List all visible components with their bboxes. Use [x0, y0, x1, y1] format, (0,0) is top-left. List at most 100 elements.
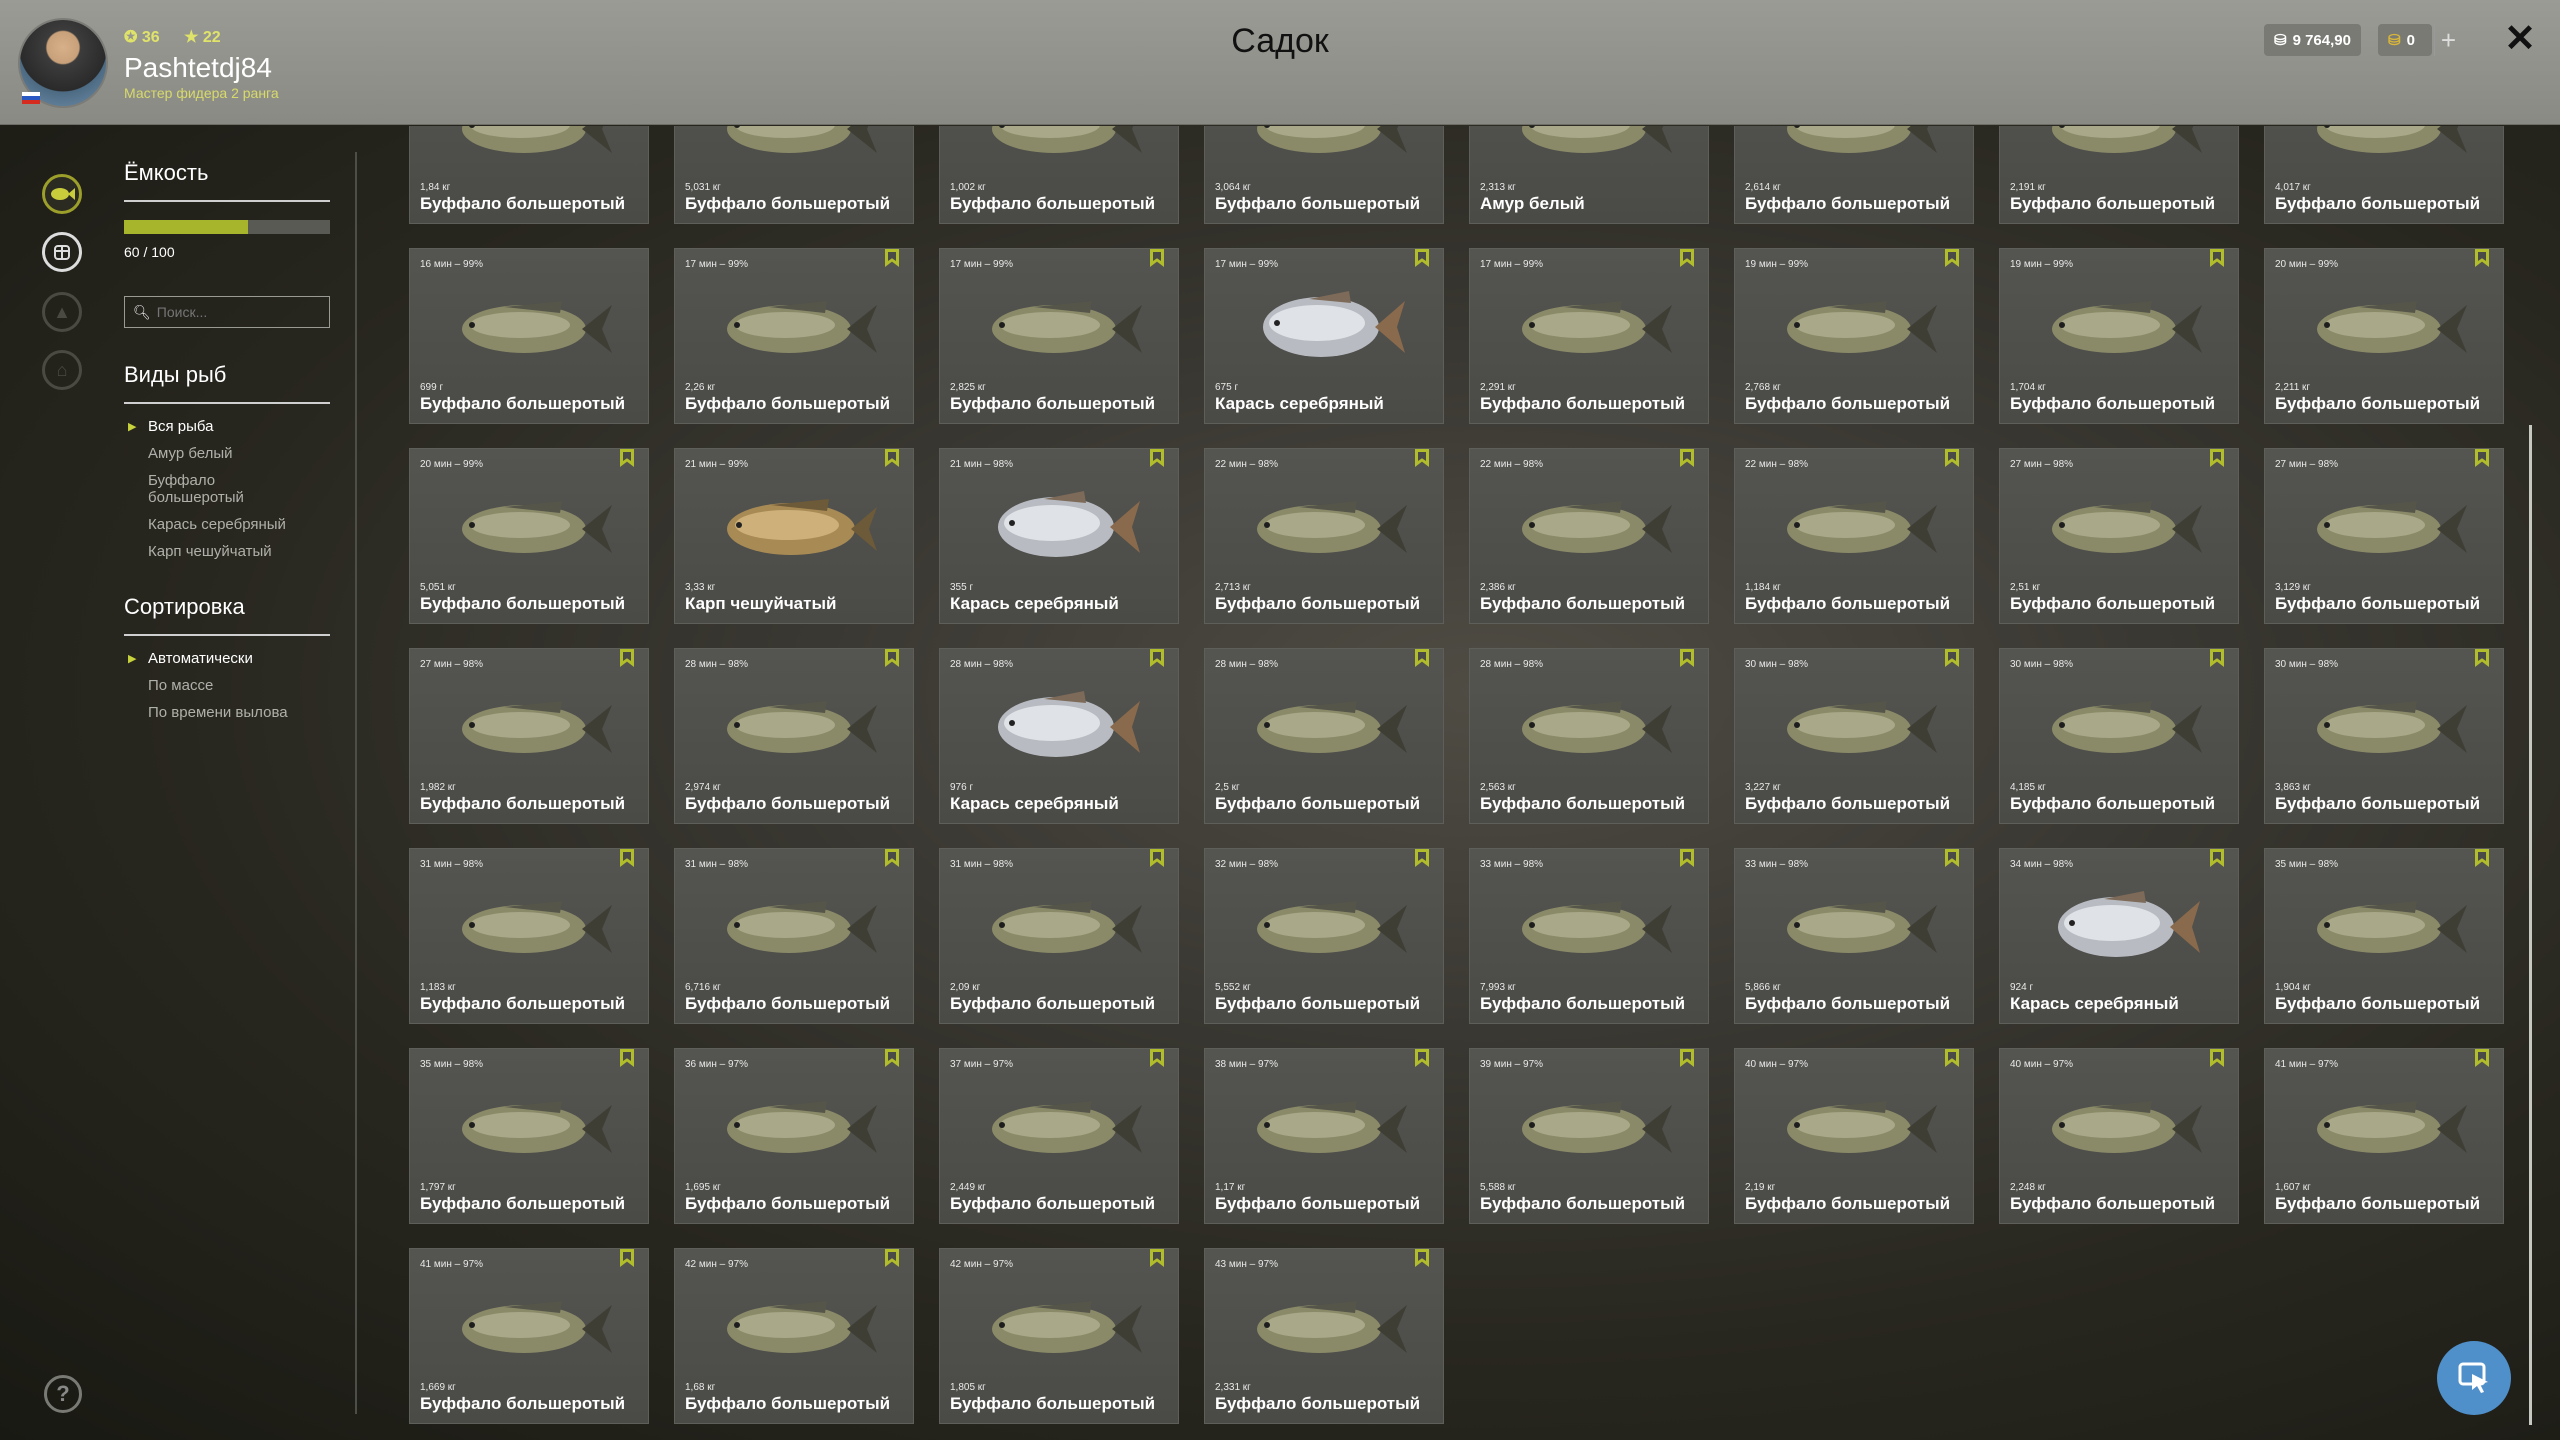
- bookmark-icon[interactable]: [885, 849, 899, 867]
- species-item-carp[interactable]: Карп чешуйчатый: [124, 543, 330, 560]
- bookmark-icon[interactable]: [2475, 649, 2489, 667]
- fish-grid-viewport[interactable]: 1,84 кг Буффало большеротый 5,031 кг Буффал…: [409, 126, 2505, 1436]
- fish-card[interactable]: 34 мин – 98% 924 г Карась серебряный: [1999, 848, 2239, 1024]
- bookmark-icon[interactable]: [1680, 1049, 1694, 1067]
- fish-card[interactable]: 30 мин – 98% 3,227 кг Буффало большеротый: [1734, 648, 1974, 824]
- bookmark-icon[interactable]: [1415, 1249, 1429, 1267]
- cursor-mode-button[interactable]: [2437, 1341, 2511, 1415]
- search-input[interactable]: [156, 304, 327, 320]
- fish-card[interactable]: 2,313 кг Амур белый: [1469, 126, 1709, 224]
- fish-card[interactable]: 42 мин – 97% 1,805 кг Буффало большеротый: [939, 1248, 1179, 1424]
- fish-card[interactable]: 28 мин – 98% 976 г Карась серебряный: [939, 648, 1179, 824]
- close-button[interactable]: ✕: [2500, 16, 2540, 60]
- bookmark-icon[interactable]: [1415, 1049, 1429, 1067]
- fish-card[interactable]: 1,84 кг Буффало большеротый: [409, 126, 649, 224]
- bookmark-icon[interactable]: [1415, 449, 1429, 467]
- fish-card[interactable]: 27 мин – 98% 3,129 кг Буффало большеротый: [2264, 448, 2504, 624]
- fish-card[interactable]: 30 мин – 98% 4,185 кг Буффало большеротый: [1999, 648, 2239, 824]
- bookmark-icon[interactable]: [2210, 849, 2224, 867]
- bookmark-icon[interactable]: [1945, 449, 1959, 467]
- fish-card[interactable]: 38 мин – 97% 1,17 кг Буффало большеротый: [1204, 1048, 1444, 1224]
- home-icon[interactable]: ⌂: [42, 350, 82, 390]
- fish-card[interactable]: 30 мин – 98% 3,863 кг Буффало большеротый: [2264, 648, 2504, 824]
- bookmark-icon[interactable]: [2210, 249, 2224, 267]
- keepnet-icon[interactable]: [42, 232, 82, 272]
- fish-card[interactable]: 17 мин – 99% 2,26 кг Буффало большеротый: [674, 248, 914, 424]
- fish-card[interactable]: 31 мин – 98% 6,716 кг Буффало большеротый: [674, 848, 914, 1024]
- trophy-icon[interactable]: ▲: [42, 292, 82, 332]
- fish-card[interactable]: 42 мин – 97% 1,68 кг Буффало большеротый: [674, 1248, 914, 1424]
- bookmark-icon[interactable]: [2475, 1049, 2489, 1067]
- fish-card[interactable]: 31 мин – 98% 1,183 кг Буффало большеротый: [409, 848, 649, 1024]
- fish-card[interactable]: 33 мин – 98% 5,866 кг Буффало большеротый: [1734, 848, 1974, 1024]
- species-item-all[interactable]: Вся рыба: [124, 418, 330, 436]
- fish-card[interactable]: 19 мин – 99% 2,768 кг Буффало большеротый: [1734, 248, 1974, 424]
- sort-item-time[interactable]: По времени вылова: [124, 704, 330, 721]
- fish-card[interactable]: 32 мин – 98% 5,552 кг Буффало большеротый: [1204, 848, 1444, 1024]
- bookmark-icon[interactable]: [1415, 649, 1429, 667]
- bookmark-icon[interactable]: [1945, 1049, 1959, 1067]
- fish-card[interactable]: 2,191 кг Буффало большеротый: [1999, 126, 2239, 224]
- bookmark-icon[interactable]: [620, 1049, 634, 1067]
- bookmark-icon[interactable]: [885, 649, 899, 667]
- bookmark-icon[interactable]: [1945, 249, 1959, 267]
- fish-card[interactable]: 27 мин – 98% 2,51 кг Буффало большеротый: [1999, 448, 2239, 624]
- fish-card[interactable]: 41 мин – 97% 1,607 кг Буффало большеротый: [2264, 1048, 2504, 1224]
- bookmark-icon[interactable]: [2210, 449, 2224, 467]
- bookmark-icon[interactable]: [2210, 1049, 2224, 1067]
- bookmark-icon[interactable]: [620, 649, 634, 667]
- bookmark-icon[interactable]: [885, 449, 899, 467]
- bookmark-icon[interactable]: [1680, 449, 1694, 467]
- bookmark-icon[interactable]: [1680, 849, 1694, 867]
- bookmark-icon[interactable]: [1680, 249, 1694, 267]
- bookmark-icon[interactable]: [620, 449, 634, 467]
- bookmark-icon[interactable]: [885, 1049, 899, 1067]
- fish-card[interactable]: 17 мин – 99% 2,291 кг Буффало большеротый: [1469, 248, 1709, 424]
- fish-card[interactable]: 22 мин – 98% 2,386 кг Буффало большеротый: [1469, 448, 1709, 624]
- bookmark-icon[interactable]: [1945, 649, 1959, 667]
- fish-card[interactable]: 27 мин – 98% 1,982 кг Буффало большеротый: [409, 648, 649, 824]
- help-button[interactable]: ?: [44, 1375, 82, 1413]
- species-item-amur[interactable]: Амур белый: [124, 445, 330, 462]
- fish-card[interactable]: 33 мин – 98% 7,993 кг Буффало большеротый: [1469, 848, 1709, 1024]
- fish-card[interactable]: 20 мин – 99% 5,051 кг Буффало большеротый: [409, 448, 649, 624]
- sort-item-auto[interactable]: Автоматически: [124, 650, 330, 668]
- fish-card[interactable]: 43 мин – 97% 2,331 кг Буффало большеротый: [1204, 1248, 1444, 1424]
- fish-card[interactable]: 19 мин – 99% 1,704 кг Буффало большеротый: [1999, 248, 2239, 424]
- fish-card[interactable]: 36 мин – 97% 1,695 кг Буффало большеротый: [674, 1048, 914, 1224]
- fish-card[interactable]: 28 мин – 98% 2,5 кг Буффало большеротый: [1204, 648, 1444, 824]
- search-box[interactable]: 🔍︎: [124, 296, 330, 328]
- fish-card[interactable]: 28 мин – 98% 2,563 кг Буффало большеротый: [1469, 648, 1709, 824]
- fish-card[interactable]: 31 мин – 98% 2,09 кг Буффало большеротый: [939, 848, 1179, 1024]
- bookmark-icon[interactable]: [2475, 849, 2489, 867]
- fish-card[interactable]: 28 мин – 98% 2,974 кг Буффало большеротый: [674, 648, 914, 824]
- fish-card[interactable]: 17 мин – 99% 2,825 кг Буффало большеротый: [939, 248, 1179, 424]
- species-item-crucian[interactable]: Карась серебряный: [124, 516, 330, 533]
- bookmark-icon[interactable]: [1150, 449, 1164, 467]
- fish-card[interactable]: 41 мин – 97% 1,669 кг Буффало большеротый: [409, 1248, 649, 1424]
- fish-card[interactable]: 17 мин – 99% 675 г Карась серебряный: [1204, 248, 1444, 424]
- scrollbar[interactable]: [2529, 425, 2532, 1425]
- bookmark-icon[interactable]: [1150, 1249, 1164, 1267]
- fish-card[interactable]: 35 мин – 98% 1,904 кг Буффало большеротый: [2264, 848, 2504, 1024]
- bookmark-icon[interactable]: [620, 1249, 634, 1267]
- fish-card[interactable]: 21 мин – 98% 355 г Карась серебряный: [939, 448, 1179, 624]
- fish-card[interactable]: 21 мин – 99% 3,33 кг Карп чешуйчатый: [674, 448, 914, 624]
- bookmark-icon[interactable]: [1680, 649, 1694, 667]
- fish-card[interactable]: 39 мин – 97% 5,588 кг Буффало большеротый: [1469, 1048, 1709, 1224]
- fish-card[interactable]: 22 мин – 98% 2,713 кг Буффало большеротый: [1204, 448, 1444, 624]
- bookmark-icon[interactable]: [2475, 449, 2489, 467]
- fish-card[interactable]: 16 мин – 99% 699 г Буффало большеротый: [409, 248, 649, 424]
- fish-card[interactable]: 40 мин – 97% 2,248 кг Буффало большеротый: [1999, 1048, 2239, 1224]
- fish-card[interactable]: 40 мин – 97% 2,19 кг Буффало большеротый: [1734, 1048, 1974, 1224]
- bookmark-icon[interactable]: [1150, 849, 1164, 867]
- bookmark-icon[interactable]: [1945, 849, 1959, 867]
- bookmark-icon[interactable]: [2210, 649, 2224, 667]
- fish-card[interactable]: 35 мин – 98% 1,797 кг Буффало большеротый: [409, 1048, 649, 1224]
- fish-keepnet-icon[interactable]: [42, 174, 82, 214]
- fish-card[interactable]: 2,614 кг Буффало большеротый: [1734, 126, 1974, 224]
- bookmark-icon[interactable]: [885, 1249, 899, 1267]
- fish-card[interactable]: 5,031 кг Буффало большеротый: [674, 126, 914, 224]
- fish-card[interactable]: 4,017 кг Буффало большеротый: [2264, 126, 2504, 224]
- bookmark-icon[interactable]: [1415, 249, 1429, 267]
